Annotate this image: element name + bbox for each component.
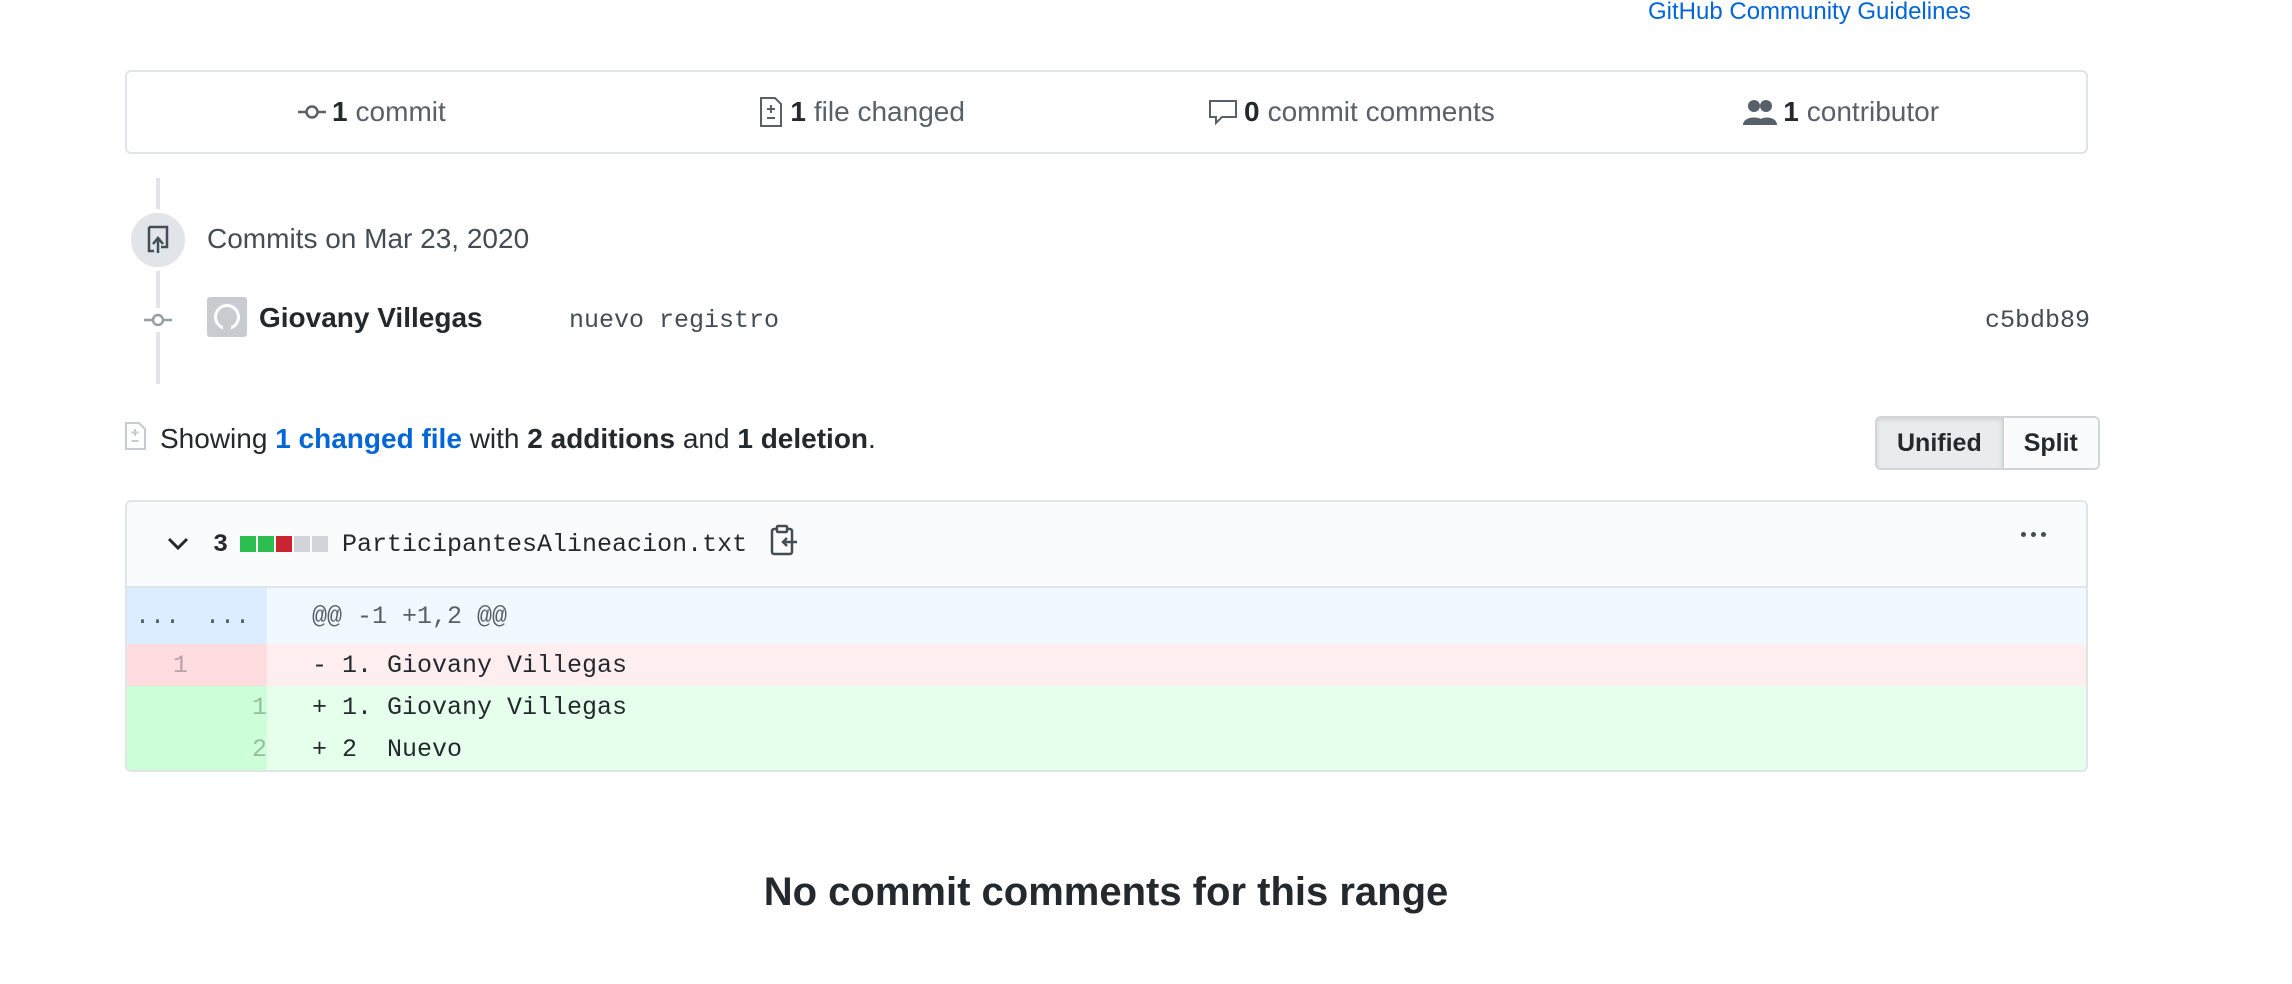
deletion-line: 1 - 1. Giovany Villegas: [127, 644, 2086, 686]
diffstat-block: [258, 536, 275, 552]
diffstat-block: [240, 536, 257, 552]
line-code: + 2 Nuevo: [312, 734, 463, 764]
file-header: 3 ParticipantesAlineacion.txt: [127, 502, 2086, 588]
comment-icon: [1209, 100, 1237, 126]
showing-and: and: [682, 423, 730, 454]
files-count: 1: [790, 96, 806, 127]
avatar[interactable]: [207, 297, 247, 337]
addition-line: 1 + 1. Giovany Villegas: [127, 686, 2086, 728]
unified-view-button[interactable]: Unified: [1877, 418, 2004, 468]
comments-label: commit comments: [1267, 96, 1495, 127]
commits-count-link[interactable]: 1 commit: [127, 96, 617, 128]
line-code: - 1. Giovany Villegas: [312, 650, 628, 680]
kebab-menu-icon[interactable]: [2021, 532, 2046, 537]
showing-prefix: Showing: [160, 423, 268, 454]
file-diff: 3 ParticipantesAlineacion.txt ... ... @@…: [125, 500, 2088, 772]
old-line-number[interactable]: 1: [127, 644, 188, 686]
diffstat-bar: [240, 536, 329, 552]
commits-label: commit: [355, 96, 446, 127]
diffstat-block: [294, 536, 311, 552]
compare-summary-bar: 1 commit 1 file changed 0 commit comment…: [125, 70, 2088, 154]
diffstat-block: [276, 536, 293, 552]
new-line-number[interactable]: [188, 644, 267, 686]
no-comments-heading: No commit comments for this range: [763, 870, 1449, 914]
file-diff-icon: [760, 97, 783, 127]
additions-count: 2 additions: [527, 423, 676, 454]
split-view-button[interactable]: Split: [2003, 418, 2098, 468]
repo-push-icon: [127, 209, 189, 271]
octocat-icon: [214, 304, 240, 331]
expand-down-button[interactable]: ...: [188, 588, 267, 644]
deletions-count: 1 deletion: [737, 423, 869, 454]
changed-files-link[interactable]: 1 changed file: [275, 423, 462, 455]
contributors-label: contributor: [1806, 96, 1940, 127]
file-change-count: 3: [213, 529, 229, 559]
expand-up-button[interactable]: ...: [127, 588, 188, 644]
hunk-header-row: ... ... @@ -1 +1,2 @@: [127, 588, 2086, 644]
commit-sha-link[interactable]: c5bdb89: [1985, 306, 2090, 335]
old-line-number[interactable]: [127, 728, 188, 770]
commit-comments-link[interactable]: 0 commit comments: [1107, 96, 1597, 128]
file-diff-icon: [125, 422, 146, 450]
commit-node-icon: [144, 308, 172, 332]
comments-count: 0: [1244, 96, 1260, 127]
addition-line: 2 + 2 Nuevo: [127, 728, 2086, 770]
community-guidelines-link[interactable]: GitHub Community Guidelines: [1648, 0, 1971, 24]
chevron-down-icon[interactable]: [167, 537, 189, 551]
diff-table: ... ... @@ -1 +1,2 @@ 1 - 1. Giovany Vill…: [127, 588, 2086, 770]
diff-view-toggle: Unified Split: [1875, 416, 2100, 470]
file-name[interactable]: ParticipantesAlineacion.txt: [342, 530, 747, 559]
hunk-header: @@ -1 +1,2 @@: [312, 601, 508, 631]
contributors-count: 1: [1783, 96, 1799, 127]
commits-count: 1: [331, 96, 348, 127]
diffstat-block: [312, 536, 329, 552]
showing-with: with: [469, 423, 520, 454]
old-line-number[interactable]: [127, 686, 188, 728]
contributors-link[interactable]: 1 contributor: [1596, 96, 2086, 128]
commits-date-heading: Commits on Mar 23, 2020: [207, 223, 530, 254]
diff-summary: Showing 1 changed file with 2 additions …: [124, 422, 876, 455]
copy-path-icon[interactable]: [769, 524, 799, 564]
showing-suffix: .: [868, 423, 876, 454]
new-line-number[interactable]: 1: [188, 686, 267, 728]
new-line-number[interactable]: 2: [188, 728, 267, 770]
git-commit-icon: [297, 105, 326, 119]
line-code: + 1. Giovany Villegas: [312, 692, 628, 722]
people-icon: [1743, 100, 1778, 125]
files-changed-link[interactable]: 1 file changed: [617, 96, 1107, 128]
commit-message-link[interactable]: nuevo registro: [569, 306, 779, 335]
commit-author[interactable]: Giovany Villegas: [259, 302, 483, 334]
files-label: file changed: [813, 96, 965, 127]
